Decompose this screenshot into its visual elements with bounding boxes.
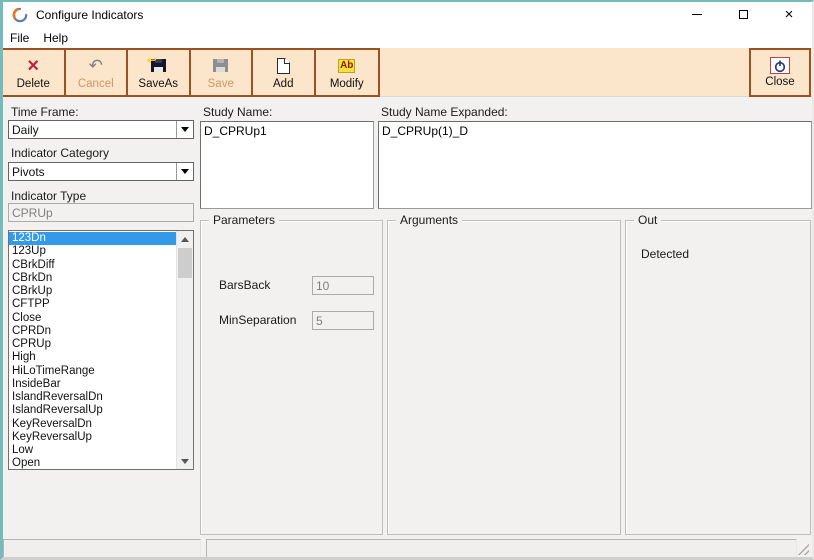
- menu-bar: File Help: [3, 27, 812, 48]
- close-label: Close: [765, 76, 794, 88]
- out-group: Out Detected: [625, 220, 811, 535]
- list-item[interactable]: Open: [9, 457, 176, 469]
- list-item[interactable]: KeyReversalUp: [9, 431, 176, 444]
- floppy-as-icon: ↩: [151, 59, 166, 72]
- list-item[interactable]: CFTPP: [9, 298, 176, 311]
- app-logo-icon: [12, 7, 28, 23]
- save-button[interactable]: Save: [191, 50, 254, 95]
- cancel-button[interactable]: ↶ Cancel: [66, 50, 129, 95]
- time-frame-dropdown-button[interactable]: [176, 121, 193, 138]
- list-item[interactable]: HiLoTimeRange: [9, 365, 176, 378]
- floppy-icon: [213, 59, 228, 72]
- modify-button[interactable]: Ab Modify: [316, 50, 379, 95]
- close-window-button[interactable]: ×: [766, 2, 812, 27]
- indicator-category-dropdown-button[interactable]: [176, 163, 193, 180]
- minimize-button[interactable]: [674, 2, 720, 27]
- modify-label: Modify: [330, 78, 364, 90]
- out-group-title: Out: [634, 213, 661, 227]
- status-panel-left: [3, 539, 201, 559]
- maximize-button[interactable]: [720, 2, 766, 27]
- saveas-label: SaveAs: [138, 78, 178, 90]
- arguments-group: Arguments: [387, 220, 621, 535]
- status-panel-right: [206, 539, 797, 559]
- list-item[interactable]: High: [9, 351, 176, 364]
- indicator-category-label: Indicator Category: [11, 146, 109, 160]
- minseparation-field: 5: [312, 311, 374, 330]
- delete-x-icon: ×: [27, 57, 39, 75]
- cancel-label: Cancel: [78, 78, 114, 90]
- time-frame-value: Daily: [9, 123, 176, 137]
- out-detected-text: Detected: [641, 247, 689, 261]
- menu-help[interactable]: Help: [36, 29, 75, 47]
- list-item[interactable]: Low: [9, 444, 176, 457]
- time-frame-label: Time Frame:: [11, 105, 79, 119]
- list-item[interactable]: CBrkDiff: [9, 259, 176, 272]
- study-name-expanded-field[interactable]: D_CPRUp(1)_D: [378, 121, 812, 209]
- parameters-group: Parameters BarsBack 10 MinSeparation 5: [200, 220, 383, 535]
- parameters-group-title: Parameters: [209, 213, 279, 227]
- time-frame-select[interactable]: Daily: [8, 120, 194, 139]
- list-item[interactable]: IslandReversalDn: [9, 391, 176, 404]
- minimize-icon: [692, 14, 702, 15]
- close-button[interactable]: Close: [749, 48, 811, 97]
- indicator-category-value: Pivots: [9, 165, 176, 179]
- scrollbar-thumb[interactable]: [178, 248, 192, 278]
- add-label: Add: [273, 78, 293, 90]
- arguments-group-title: Arguments: [396, 213, 462, 227]
- indicator-list-items: 123Dn 123Up CBrkDiff CBrkDn CBrkUp CFTPP…: [9, 231, 176, 469]
- toolbar-button-group: × Delete ↶ Cancel ↩ SaveAs: [3, 48, 380, 97]
- main-area: Time Frame: Daily Indicator Category Piv…: [3, 97, 812, 557]
- minseparation-label: MinSeparation: [219, 311, 296, 330]
- list-item[interactable]: CBrkDn: [9, 272, 176, 285]
- indicator-type-label: Indicator Type: [11, 189, 86, 203]
- indicator-type-field: CPRUp: [8, 203, 194, 222]
- window-title: Configure Indicators: [36, 8, 143, 22]
- list-item[interactable]: IslandReversalUp: [9, 404, 176, 417]
- list-scrollbar[interactable]: [176, 231, 193, 469]
- study-name-label: Study Name:: [203, 105, 272, 119]
- list-item[interactable]: CBrkUp: [9, 285, 176, 298]
- configure-indicators-window: Configure Indicators × File Help × Delet…: [0, 0, 814, 560]
- scroll-up-icon[interactable]: [177, 231, 193, 247]
- maximize-icon: [739, 10, 748, 19]
- study-name-expanded-label: Study Name Expanded:: [381, 105, 508, 119]
- resize-grip[interactable]: [796, 542, 809, 555]
- list-item[interactable]: KeyReversalDn: [9, 418, 176, 431]
- chevron-down-icon: [181, 127, 189, 132]
- study-name-field[interactable]: D_CPRUp1: [200, 121, 374, 209]
- list-item[interactable]: 123Dn: [9, 232, 176, 245]
- scroll-down-icon[interactable]: [177, 453, 193, 469]
- window-controls: ×: [674, 2, 812, 27]
- chevron-down-icon: [181, 169, 189, 174]
- undo-arrow-icon: ↶: [89, 57, 103, 74]
- list-item[interactable]: 123Up: [9, 245, 176, 258]
- list-item[interactable]: CPRDn: [9, 325, 176, 338]
- indicator-listbox[interactable]: 123Dn 123Up CBrkDiff CBrkDn CBrkUp CFTPP…: [8, 230, 194, 470]
- toolbar: × Delete ↶ Cancel ↩ SaveAs: [3, 48, 812, 97]
- add-button[interactable]: Add: [253, 50, 316, 95]
- barsback-field: 10: [312, 276, 374, 295]
- indicator-category-select[interactable]: Pivots: [8, 162, 194, 181]
- saveas-button[interactable]: ↩ SaveAs: [128, 50, 191, 95]
- power-icon: [770, 57, 790, 74]
- delete-label: Delete: [17, 78, 50, 90]
- list-item[interactable]: Close: [9, 312, 176, 325]
- menu-file[interactable]: File: [3, 29, 36, 47]
- list-item[interactable]: InsideBar: [9, 378, 176, 391]
- title-bar: Configure Indicators ×: [3, 2, 812, 27]
- ab-text-icon: Ab: [338, 59, 355, 73]
- list-item[interactable]: CPRUp: [9, 338, 176, 351]
- close-icon: ×: [785, 7, 794, 22]
- barsback-label: BarsBack: [219, 276, 270, 295]
- new-page-icon: [277, 58, 290, 74]
- delete-button[interactable]: × Delete: [3, 50, 66, 95]
- save-label: Save: [208, 78, 234, 90]
